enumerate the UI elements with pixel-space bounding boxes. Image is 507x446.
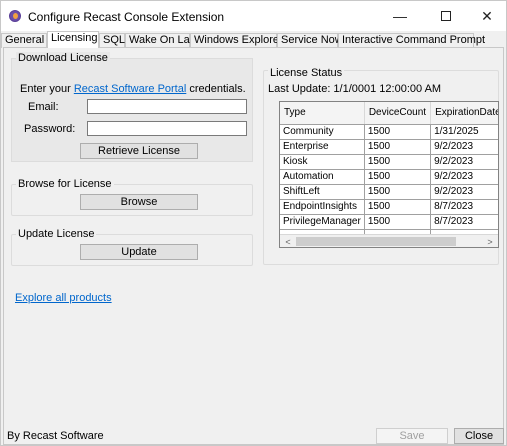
- close-icon: ✕: [481, 8, 493, 24]
- retrieve-license-button[interactable]: Retrieve License: [80, 143, 198, 159]
- save-button[interactable]: Save: [376, 428, 448, 444]
- download-license-group: Download License Enter your Recast Softw…: [11, 52, 253, 162]
- cell-devicecount: 1500: [364, 199, 432, 215]
- maximize-button[interactable]: [423, 1, 469, 31]
- table-row[interactable]: Community 1500 1/31/2025: [280, 124, 498, 140]
- table-row[interactable]: Kiosk 1500 9/2/2023: [280, 154, 498, 170]
- table-row[interactable]: PrivilegeManager 1500 8/7/2023: [280, 214, 498, 230]
- column-header-type[interactable]: Type: [280, 102, 365, 125]
- cell-expirationdate: 9/2/2023: [430, 139, 498, 155]
- cell-devicecount: 1500: [364, 214, 432, 230]
- cell-devicecount: 1500: [364, 139, 432, 155]
- close-button[interactable]: Close: [454, 428, 504, 444]
- password-label: Password:: [24, 123, 76, 135]
- scroll-right-icon[interactable]: >: [483, 236, 497, 247]
- cell-expirationdate: 1/31/2025: [430, 124, 498, 140]
- cell-type: Enterprise: [280, 139, 365, 155]
- tab-wake-on-lan[interactable]: Wake On Lan: [125, 33, 196, 48]
- tab-interactive-command-prompt[interactable]: Interactive Command Prompt: [338, 33, 485, 48]
- tab-licensing[interactable]: Licensing: [47, 31, 99, 48]
- cell-expirationdate: 9/2/2023: [430, 169, 498, 185]
- tab-sql[interactable]: SQL: [99, 33, 125, 48]
- cell-type: EndpointInsights: [280, 199, 365, 215]
- cell-type: PrivilegeManager: [280, 214, 365, 230]
- download-intro: Enter your Recast Software Portal creden…: [20, 83, 246, 95]
- intro-prefix-text: Enter your: [20, 83, 74, 95]
- browse-license-group: Browse for License Browse: [11, 178, 253, 216]
- cell-expirationdate: 8/7/2023: [430, 199, 498, 215]
- browse-button[interactable]: Browse: [80, 194, 198, 210]
- title-bar: Configure Recast Console Extension — ✕: [1, 1, 506, 31]
- update-license-title: Update License: [16, 228, 97, 240]
- tab-service-now[interactable]: Service Now: [277, 33, 343, 48]
- cell-expirationdate: 9/2/2023: [430, 184, 498, 200]
- explore-products-link[interactable]: Explore all products: [15, 292, 112, 304]
- email-label: Email:: [28, 101, 59, 113]
- column-header-expirationdate[interactable]: ExpirationDate: [430, 102, 498, 125]
- intro-suffix-text: credentials.: [186, 83, 246, 95]
- cell-expirationdate: 8/7/2023: [430, 214, 498, 230]
- tab-strip: General Licensing SQL Wake On Lan Window…: [1, 31, 506, 48]
- config-window: Configure Recast Console Extension — ✕ G…: [0, 0, 507, 446]
- cell-type: Automation: [280, 169, 365, 185]
- window-title: Configure Recast Console Extension: [28, 10, 225, 24]
- cell-devicecount: 1500: [364, 169, 432, 185]
- cell-type: Kiosk: [280, 154, 365, 170]
- last-update-text: Last Update: 1/1/0001 12:00:00 AM: [268, 83, 442, 95]
- close-window-button[interactable]: ✕: [467, 1, 507, 31]
- table-row[interactable]: Automation 1500 9/2/2023: [280, 169, 498, 185]
- license-grid[interactable]: Type DeviceCount ExpirationDate Communit…: [279, 101, 499, 248]
- cell-devicecount: 1500: [364, 184, 432, 200]
- minimize-icon: —: [393, 8, 407, 24]
- scroll-left-icon[interactable]: <: [281, 236, 295, 247]
- table-row[interactable]: ShiftLeft 1500 9/2/2023: [280, 184, 498, 200]
- column-header-devicecount[interactable]: DeviceCount: [364, 102, 432, 125]
- download-license-title: Download License: [16, 52, 110, 64]
- password-field[interactable]: [87, 121, 247, 136]
- email-field[interactable]: [87, 99, 247, 114]
- browse-license-title: Browse for License: [16, 178, 114, 190]
- recast-app-icon: [9, 10, 21, 22]
- horizontal-scrollbar[interactable]: < >: [280, 234, 498, 247]
- minimize-button[interactable]: —: [377, 1, 423, 31]
- update-button[interactable]: Update: [80, 244, 198, 260]
- cell-devicecount: 1500: [364, 154, 432, 170]
- license-table: Type DeviceCount ExpirationDate Communit…: [280, 102, 498, 245]
- recast-portal-link[interactable]: Recast Software Portal: [74, 83, 187, 95]
- brand-footer-text: By Recast Software: [7, 430, 104, 442]
- tab-general[interactable]: General: [1, 33, 47, 48]
- licensing-panel: Download License Enter your Recast Softw…: [3, 47, 504, 445]
- license-table-header: Type DeviceCount ExpirationDate: [280, 102, 498, 125]
- tab-windows-explorer[interactable]: Windows Explorer: [190, 33, 283, 48]
- scroll-thumb[interactable]: [296, 237, 456, 246]
- cell-type: ShiftLeft: [280, 184, 365, 200]
- cell-type: Community: [280, 124, 365, 140]
- cell-devicecount: 1500: [364, 124, 432, 140]
- license-status-group: License Status Last Update: 1/1/0001 12:…: [263, 67, 499, 265]
- table-row[interactable]: EndpointInsights 1500 8/7/2023: [280, 199, 498, 215]
- license-status-title: License Status: [268, 67, 345, 79]
- update-license-group: Update License Update: [11, 228, 253, 266]
- cell-expirationdate: 9/2/2023: [430, 154, 498, 170]
- table-row[interactable]: Enterprise 1500 9/2/2023: [280, 139, 498, 155]
- maximize-icon: [441, 11, 451, 22]
